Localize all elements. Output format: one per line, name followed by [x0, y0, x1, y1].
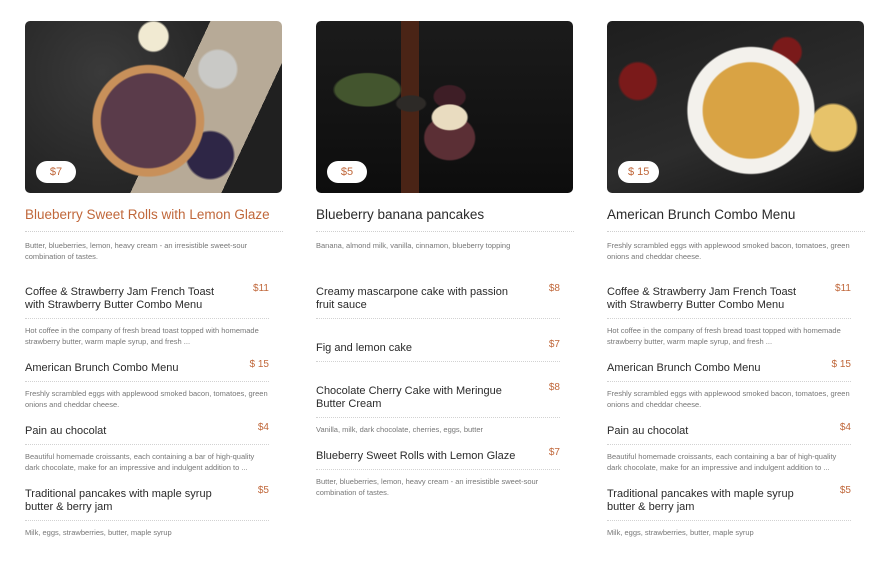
feature-title[interactable]: American Brunch Combo Menu	[607, 207, 865, 225]
item-price: $4	[839, 422, 851, 433]
divider	[607, 381, 851, 382]
feature-description: Butter, blueberries, lemon, heavy cream …	[25, 241, 248, 261]
item-description: Freshly scrambled eggs with applewood sm…	[607, 389, 850, 409]
item-description: Hot coffee in the company of fresh bread…	[607, 326, 841, 346]
item-description: Freshly scrambled eggs with applewood sm…	[25, 389, 268, 409]
menu-item[interactable]: Traditional pancakes with maple syrup bu…	[607, 485, 851, 538]
menu-item[interactable]: American Brunch Combo Menu $ 15 Freshly …	[607, 359, 851, 410]
item-name[interactable]: Coffee & Strawberry Jam French Toast wit…	[25, 286, 233, 312]
divider	[316, 361, 560, 362]
feature-title[interactable]: Blueberry banana pancakes	[316, 207, 574, 225]
item-name[interactable]: Pain au chocolat	[25, 425, 233, 438]
menu-column-2: $5 Blueberry banana pancakes Banana, alm…	[316, 0, 574, 498]
item-name[interactable]: American Brunch Combo Menu	[25, 362, 233, 375]
item-name[interactable]: Pain au chocolat	[607, 425, 815, 438]
feature-image[interactable]: $ 15	[607, 21, 864, 193]
item-description: Milk, eggs, strawberries, butter, maple …	[25, 528, 172, 537]
divider	[25, 318, 269, 319]
menu-list: Creamy mascarpone cake with passion frui…	[316, 283, 560, 498]
feature-description: Banana, almond milk, vanilla, cinnamon, …	[316, 241, 511, 250]
menu-item[interactable]: Coffee & Strawberry Jam French Toast wit…	[25, 283, 269, 347]
item-price: $8	[548, 283, 560, 294]
item-price: $ 15	[249, 359, 269, 370]
menu-item[interactable]: Creamy mascarpone cake with passion frui…	[316, 283, 560, 319]
item-name[interactable]: Traditional pancakes with maple syrup bu…	[25, 488, 233, 514]
item-name[interactable]: American Brunch Combo Menu	[607, 362, 815, 375]
divider	[607, 318, 851, 319]
menu-item[interactable]: Pain au chocolat $4 Beautiful homemade c…	[607, 422, 851, 473]
item-description: Beautiful homemade croissants, each cont…	[607, 452, 837, 472]
item-name[interactable]: Traditional pancakes with maple syrup bu…	[607, 488, 815, 514]
divider	[316, 417, 560, 418]
menu-item[interactable]: Coffee & Strawberry Jam French Toast wit…	[607, 283, 851, 347]
item-price: $7	[548, 339, 560, 350]
divider	[607, 520, 851, 521]
divider	[25, 444, 269, 445]
item-price: $7	[548, 447, 560, 458]
menu-item[interactable]: Chocolate Cherry Cake with Meringue Butt…	[316, 382, 560, 435]
item-name[interactable]: Blueberry Sweet Rolls with Lemon Glaze	[316, 450, 524, 463]
menu-column-1: $7 Blueberry Sweet Rolls with Lemon Glaz…	[25, 0, 283, 538]
menu-item[interactable]: American Brunch Combo Menu $ 15 Freshly …	[25, 359, 269, 410]
divider	[25, 381, 269, 382]
item-description: Hot coffee in the company of fresh bread…	[25, 326, 259, 346]
item-name[interactable]: Creamy mascarpone cake with passion frui…	[316, 286, 524, 312]
item-name[interactable]: Chocolate Cherry Cake with Meringue Butt…	[316, 385, 524, 411]
menu-item[interactable]: Pain au chocolat $4 Beautiful homemade c…	[25, 422, 269, 473]
item-price: $8	[548, 382, 560, 393]
divider	[316, 231, 574, 232]
menu-item[interactable]: Traditional pancakes with maple syrup bu…	[25, 485, 269, 538]
item-description: Vanilla, milk, dark chocolate, cherries,…	[316, 425, 484, 434]
item-price: $ 15	[831, 359, 851, 370]
item-description: Milk, eggs, strawberries, butter, maple …	[607, 528, 754, 537]
price-badge: $5	[327, 161, 367, 183]
feature-image[interactable]: $5	[316, 21, 573, 193]
price-badge: $7	[36, 161, 76, 183]
divider	[25, 520, 269, 521]
feature-title[interactable]: Blueberry Sweet Rolls with Lemon Glaze	[25, 207, 283, 225]
menu-list: Coffee & Strawberry Jam French Toast wit…	[25, 283, 269, 538]
divider	[607, 444, 851, 445]
divider	[607, 231, 865, 232]
item-description: Butter, blueberries, lemon, heavy cream …	[316, 477, 539, 497]
item-price: $11	[253, 283, 269, 294]
menu-list: Coffee & Strawberry Jam French Toast wit…	[607, 283, 851, 538]
item-price: $11	[835, 283, 851, 294]
menu-column-3: $ 15 American Brunch Combo Menu Freshly …	[607, 0, 865, 538]
item-description: Beautiful homemade croissants, each cont…	[25, 452, 255, 472]
feature-image[interactable]: $7	[25, 21, 282, 193]
feature-description: Freshly scrambled eggs with applewood sm…	[607, 241, 850, 261]
menu-item[interactable]: Blueberry Sweet Rolls with Lemon Glaze $…	[316, 447, 560, 498]
item-name[interactable]: Fig and lemon cake	[316, 342, 524, 355]
menu-item[interactable]: Fig and lemon cake $7	[316, 339, 560, 362]
item-name[interactable]: Coffee & Strawberry Jam French Toast wit…	[607, 286, 815, 312]
item-price: $4	[257, 422, 269, 433]
divider	[316, 318, 560, 319]
divider	[316, 469, 560, 470]
item-price: $5	[839, 485, 851, 496]
divider	[25, 231, 283, 232]
item-price: $5	[257, 485, 269, 496]
price-badge: $ 15	[618, 161, 660, 183]
